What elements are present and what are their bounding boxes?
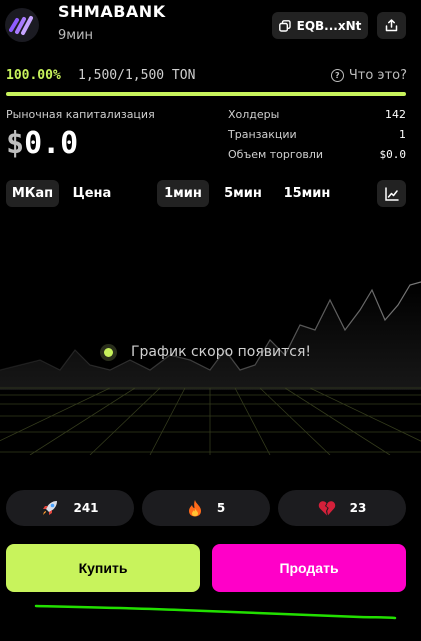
tab-mcap[interactable]: МКап bbox=[6, 180, 59, 207]
tab-15min[interactable]: 15мин bbox=[277, 180, 337, 207]
copy-address-button[interactable]: EQB...xNt bbox=[272, 12, 368, 39]
reaction-rocket-button[interactable]: 241 bbox=[6, 490, 134, 526]
what-is-this-link[interactable]: ? Что это? bbox=[330, 68, 407, 83]
chart-coming-soon-text: График скоро появится! bbox=[131, 344, 311, 360]
copy-icon bbox=[278, 19, 291, 32]
line-chart-icon bbox=[384, 186, 399, 201]
share-icon bbox=[385, 19, 398, 32]
reaction-fire-count: 5 bbox=[216, 501, 226, 515]
sell-button[interactable]: Продать bbox=[212, 544, 406, 592]
transactions-value: 1 bbox=[399, 128, 406, 141]
tab-price[interactable]: Цена bbox=[66, 180, 118, 207]
broken-heart-icon bbox=[318, 501, 335, 516]
progress-bar bbox=[6, 92, 406, 96]
question-icon: ? bbox=[330, 69, 344, 82]
market-cap-number: 0.0 bbox=[24, 126, 79, 161]
market-cap-value: $0.0 bbox=[6, 126, 78, 161]
token-name: SHMABANK bbox=[58, 2, 166, 21]
reaction-rocket-count: 241 bbox=[73, 501, 99, 515]
address-text: EQB...xNt bbox=[296, 18, 362, 33]
chart-coming-soon: График скоро появится! bbox=[104, 344, 311, 360]
market-cap-label: Рыночная капитализация bbox=[6, 108, 155, 121]
tab-5min[interactable]: 5мин bbox=[217, 180, 269, 207]
tab-1min[interactable]: 1мин bbox=[157, 180, 209, 207]
chart-placeholder-graphic bbox=[0, 281, 421, 455]
reaction-broken-heart-button[interactable]: 23 bbox=[278, 490, 406, 526]
progress-ton: 1,500/1,500 TON bbox=[78, 68, 196, 83]
reaction-fire-button[interactable]: 5 bbox=[142, 490, 270, 526]
buy-button[interactable]: Купить bbox=[6, 544, 200, 592]
what-is-this-label: Что это? bbox=[348, 68, 407, 83]
volume-label: Объем торговли bbox=[228, 148, 324, 161]
token-avatar bbox=[5, 8, 39, 42]
reaction-broken-heart-count: 23 bbox=[349, 501, 367, 515]
volume-value: $0.0 bbox=[379, 148, 407, 161]
holders-value: 142 bbox=[385, 108, 406, 121]
status-dot-icon bbox=[104, 347, 113, 357]
transactions-label: Транзакции bbox=[228, 128, 297, 141]
chart-type-button[interactable] bbox=[377, 180, 406, 207]
token-age: 9мин bbox=[58, 28, 94, 43]
market-cap-currency: $ bbox=[6, 126, 25, 161]
holders-label: Холдеры bbox=[228, 108, 280, 121]
progress-percent: 100.00% bbox=[6, 68, 61, 83]
fire-icon bbox=[188, 500, 201, 517]
annotation-scribble bbox=[34, 604, 397, 620]
share-button[interactable] bbox=[377, 12, 406, 39]
token-logo-icon bbox=[9, 16, 33, 35]
progress-bar-fill bbox=[6, 92, 406, 96]
rocket-icon bbox=[43, 501, 58, 515]
